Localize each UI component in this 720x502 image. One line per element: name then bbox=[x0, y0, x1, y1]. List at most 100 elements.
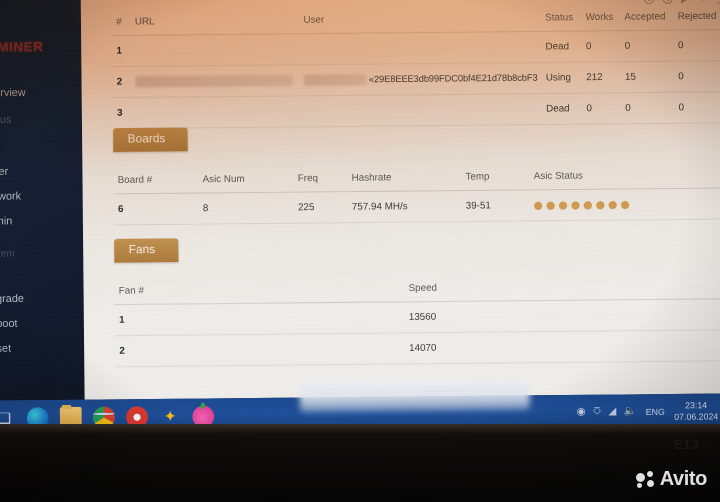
fans-section: Fans Fan # Speed 1 13560 2 14070 bbox=[83, 233, 720, 368]
table-row: 2 14070 bbox=[115, 329, 720, 367]
clock-time: 23:14 bbox=[685, 399, 708, 411]
avito-logo-icon bbox=[635, 471, 655, 488]
board-asic-num: 8 bbox=[198, 192, 295, 225]
fan-speed: 14070 bbox=[404, 329, 720, 364]
sidebar-item-miner[interactable]: Miner bbox=[0, 162, 83, 182]
sidebar-group-label: System bbox=[0, 248, 15, 260]
play-icon[interactable] bbox=[681, 0, 690, 4]
board-temp: 39-51 bbox=[461, 189, 531, 222]
photograph-of-monitor: MINER Overview Status Miner Network Admi… bbox=[0, 0, 720, 502]
boards-table: Board # Asic Num Freq Hashrate Temp Asic… bbox=[113, 162, 720, 226]
pool-index: 2 bbox=[112, 66, 132, 98]
boards-section: Boards Board # Asic Num Freq Hashrate Te… bbox=[82, 122, 720, 226]
asic-status-dot bbox=[596, 200, 605, 209]
shield-icon[interactable] bbox=[662, 0, 673, 4]
pools-col-url: URL bbox=[130, 8, 300, 36]
pools-col-user: User bbox=[299, 6, 542, 34]
fans-table: Fan # Speed 1 13560 2 14070 bbox=[114, 273, 720, 367]
pool-rejected: 0 bbox=[674, 91, 720, 124]
pool-rejected: 0 bbox=[673, 29, 720, 62]
language-indicator[interactable]: ENG bbox=[646, 406, 665, 417]
pool-accepted: 0 bbox=[620, 92, 675, 124]
boards-section-title: Boards bbox=[113, 127, 189, 152]
fans-col-speed: Speed bbox=[404, 273, 720, 302]
board-freq: 225 bbox=[293, 191, 348, 224]
pool-index: 1 bbox=[112, 35, 132, 67]
sidebar-item-network[interactable]: Network bbox=[0, 186, 83, 206]
boards-col-asicstatus: Asic Status bbox=[529, 162, 720, 190]
fan-index: 2 bbox=[115, 332, 406, 367]
wifi-icon[interactable]: ◢ bbox=[608, 406, 616, 417]
sidebar-item-reset[interactable]: Reset bbox=[0, 339, 84, 359]
miner-web-page: ♡ # URL User Status Works bbox=[80, 0, 720, 400]
table-row: 6 8 225 757.94 MH/s 39-51 bbox=[113, 188, 720, 225]
asic-status-dot bbox=[608, 200, 617, 209]
sidebar-item-admin[interactable]: Admin bbox=[0, 211, 83, 231]
asic-status-dot bbox=[620, 200, 630, 209]
boards-col-freq: Freq bbox=[293, 166, 348, 193]
pool-user: «29E8EEE3db99FDC0bf4E21d78b8cbF3 bbox=[299, 62, 542, 96]
fan-index: 1 bbox=[114, 301, 405, 336]
sync-icon[interactable]: ◉ bbox=[577, 406, 586, 417]
pools-col-rejected: Rejected bbox=[673, 4, 720, 31]
monitor-screen: MINER Overview Status Miner Network Admi… bbox=[0, 0, 720, 436]
pool-user-value: «29E8EEE3db99FDC0bf4E21d78b8cbF3 bbox=[368, 72, 538, 85]
pool-status: Dead bbox=[541, 31, 582, 63]
boards-col-temp: Temp bbox=[461, 164, 530, 191]
asic-status-dots bbox=[533, 199, 720, 210]
sidebar-item-log[interactable]: Log bbox=[0, 264, 83, 284]
asic-status-dot bbox=[546, 201, 555, 210]
pool-rejected: 0 bbox=[673, 60, 720, 93]
pool-accepted: 0 bbox=[620, 30, 674, 62]
pool-works: 212 bbox=[581, 61, 621, 94]
pool-status: Dead bbox=[541, 93, 583, 125]
clock[interactable]: 23:14 07.06.2024 bbox=[674, 400, 718, 422]
system-tray: ◉ ⎏ ◢ 🔈 ENG 23:14 07.06.2024 bbox=[577, 400, 719, 423]
sidebar-item-upgrade[interactable]: Upgrade bbox=[0, 289, 84, 309]
clock-date: 07.06.2024 bbox=[674, 410, 719, 422]
volume-icon[interactable]: 🔈 bbox=[623, 406, 636, 418]
blurred-privacy-region bbox=[299, 378, 530, 413]
board-asic-status bbox=[529, 188, 720, 221]
heart-icon[interactable]: ♡ bbox=[698, 0, 709, 5]
board-index: 6 bbox=[113, 193, 199, 225]
asic-status-dot bbox=[533, 201, 543, 210]
pool-works: 0 bbox=[582, 92, 622, 125]
pool-index: 3 bbox=[112, 97, 132, 129]
app-logo: MINER bbox=[0, 36, 43, 57]
sidebar-item-status[interactable]: Status bbox=[0, 110, 82, 130]
asic-status-dot bbox=[558, 200, 568, 210]
pools-section: # URL User Status Works Accepted Rejecte… bbox=[81, 4, 720, 129]
bezel-sheen bbox=[0, 424, 720, 434]
app-logo-text: MINER bbox=[0, 38, 44, 55]
sidebar: MINER Overview Status Miner Network Admi… bbox=[0, 0, 85, 401]
fans-col-fan: Fan # bbox=[114, 276, 405, 305]
boards-col-hashrate: Hashrate bbox=[347, 165, 462, 192]
redacted-user-prefix bbox=[304, 73, 367, 86]
monitor-brand-label: E13 bbox=[673, 437, 700, 452]
sidebar-item-overview[interactable]: Overview bbox=[0, 83, 82, 103]
redacted-url bbox=[135, 74, 293, 88]
pool-status: Using bbox=[541, 62, 583, 94]
pool-user bbox=[300, 93, 543, 127]
monitor-bezel bbox=[0, 424, 720, 502]
avito-watermark: Avito bbox=[635, 468, 708, 491]
pool-url bbox=[130, 33, 300, 67]
sidebar-item-reboot[interactable]: Reboot bbox=[0, 314, 84, 334]
board-hashrate: 757.94 MH/s bbox=[347, 190, 462, 223]
boards-col-asicnum: Asic Num bbox=[198, 166, 294, 194]
pools-col-status: Status bbox=[540, 5, 582, 32]
pool-user bbox=[299, 31, 542, 65]
pools-col-accepted: Accepted bbox=[620, 4, 674, 31]
pools-col-works: Works bbox=[581, 5, 621, 32]
fans-section-title: Fans bbox=[114, 238, 179, 263]
avito-watermark-text: Avito bbox=[659, 468, 708, 490]
fan-speed: 13560 bbox=[404, 298, 720, 333]
pool-works: 0 bbox=[581, 30, 621, 63]
pool-url bbox=[131, 64, 301, 98]
boards-col-board: Board # bbox=[113, 167, 199, 194]
pool-url bbox=[131, 95, 301, 129]
camera-icon[interactable] bbox=[643, 0, 655, 5]
network-icon[interactable]: ⎏ bbox=[593, 406, 601, 417]
pools-table: # URL User Status Works Accepted Rejecte… bbox=[111, 4, 720, 129]
